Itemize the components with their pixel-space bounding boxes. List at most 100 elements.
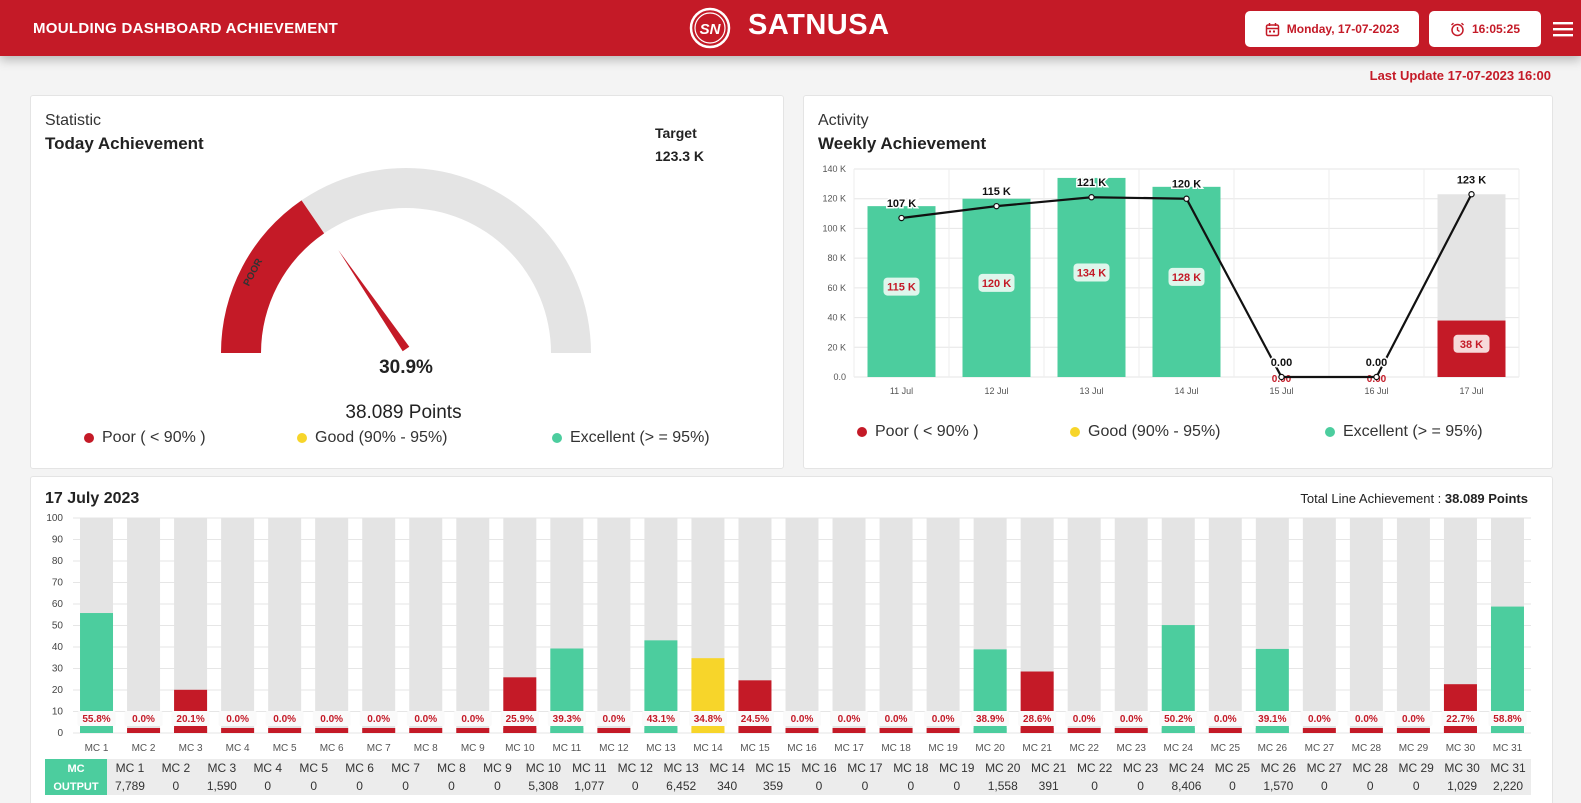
weekly-trend-point	[1278, 373, 1285, 381]
mc-y-tick: 10	[52, 707, 64, 718]
mc-bar-track	[832, 518, 866, 733]
output-column-header: MC 30	[1444, 761, 1480, 775]
output-cell: 391	[1039, 779, 1059, 793]
mc-bar-track	[409, 518, 443, 733]
weekly-trend-label: 0.00	[1366, 357, 1387, 369]
output-header-label: MC	[67, 763, 84, 775]
output-column-header: MC 16	[801, 761, 837, 775]
mc-bar-label: 0.0%	[1120, 714, 1143, 725]
output-cell: 0	[1321, 779, 1328, 793]
mc-y-tick: 20	[52, 685, 64, 696]
output-cell: 0	[310, 779, 317, 793]
mc-bar-label: 38.9%	[976, 714, 1004, 725]
mc-y-tick: 70	[52, 578, 64, 589]
output-cell: 0	[908, 779, 915, 793]
mc-x-tick: MC 7	[367, 743, 391, 754]
mc-bar-track	[315, 518, 349, 733]
mc-bar-base	[503, 728, 537, 733]
mc-bar-track	[1302, 518, 1336, 733]
output-cell: 0	[632, 779, 639, 793]
output-column-header: MC 10	[526, 761, 562, 775]
mc-x-tick: MC 16	[787, 743, 817, 754]
output-cell: 0	[862, 779, 869, 793]
weekly-y-tick: 140 K	[822, 164, 846, 174]
calendar-icon	[1265, 22, 1279, 36]
weekly-trend-point	[1088, 194, 1095, 201]
output-cell: 1,029	[1447, 779, 1477, 793]
weekly-y-tick: 20 K	[827, 342, 846, 352]
output-column-header: MC 13	[664, 761, 700, 775]
weekly-x-tick: 14 Jul	[1174, 386, 1198, 396]
output-cell: 5,308	[528, 779, 558, 793]
mc-bar-label: 34.8%	[694, 714, 722, 725]
mc-y-tick: 0	[57, 728, 63, 739]
time-label: 16:05:25	[1471, 22, 1521, 36]
mc-bar-label: 0.0%	[885, 714, 908, 725]
mc-bar-base	[691, 728, 725, 733]
mc-x-tick: MC 27	[1305, 743, 1335, 754]
mc-bar-base	[1443, 728, 1477, 733]
weekly-legend-excellent: Excellent (> = 95%)	[1325, 423, 1483, 441]
mc-bar-base	[456, 728, 490, 733]
mc-bar-label: 0.0%	[791, 714, 814, 725]
mc-x-tick: MC 5	[273, 743, 297, 754]
weekly-bar-label: 115 K	[887, 282, 916, 294]
mc-x-tick: MC 24	[1164, 743, 1194, 754]
mc-bar-track	[1208, 518, 1242, 733]
mc-bar-label: 25.9%	[506, 714, 534, 725]
mc-bar-base	[1067, 728, 1101, 733]
mc-y-tick: 50	[52, 621, 64, 632]
mc-bar-track	[268, 518, 302, 733]
output-column-header: MC 20	[985, 761, 1021, 775]
weekly-x-tick: 11 Jul	[890, 386, 913, 396]
mc-bar-track	[879, 518, 913, 733]
mc-bar-label: 58.8%	[1493, 714, 1521, 725]
output-column-header: MC 28	[1353, 761, 1389, 775]
weekly-bar-label: 38 K	[1460, 339, 1483, 351]
output-column-header: MC 6	[345, 761, 374, 775]
weekly-y-tick: 60 K	[827, 283, 846, 293]
output-column-header: MC 18	[893, 761, 929, 775]
weekly-trend-point	[993, 202, 1000, 210]
weekly-x-tick: 13 Jul	[1079, 386, 1103, 396]
mc-y-tick: 30	[52, 664, 64, 675]
mc-x-tick: MC 23	[1116, 743, 1146, 754]
output-column-header: MC 11	[572, 761, 607, 775]
last-update-text: Last Update 17-07-2023 16:00	[1369, 68, 1551, 83]
mc-x-tick: MC 1	[85, 743, 109, 754]
output-column-header: MC 9	[483, 761, 512, 775]
legend-good: Good (90% - 95%)	[297, 429, 448, 447]
output-column-header: MC 12	[618, 761, 654, 775]
output-column-header: MC 3	[208, 761, 237, 775]
output-cell: 6,452	[666, 779, 696, 793]
output-cell: 1,570	[1263, 779, 1293, 793]
output-cell: 359	[763, 779, 783, 793]
weekly-trend-label: 107 K	[887, 198, 916, 210]
output-row-label: OUTPUT	[53, 781, 99, 793]
time-button[interactable]: 16:05:25	[1429, 11, 1541, 47]
output-cell: 0	[494, 779, 501, 793]
weekly-x-tick: 15 Jul	[1269, 386, 1293, 396]
date-button[interactable]: Monday, 17-07-2023	[1245, 11, 1419, 47]
gauge-percent: 30.9%	[379, 357, 433, 378]
output-cell: 0	[173, 779, 180, 793]
mc-y-tick: 90	[52, 535, 64, 546]
legend-excellent-label: Excellent (> = 95%)	[1343, 423, 1483, 440]
good-dot-icon	[297, 433, 307, 443]
alarm-clock-icon	[1451, 22, 1464, 36]
output-cell: 0	[1137, 779, 1144, 793]
output-cell: 0	[1367, 779, 1374, 793]
output-column-header: MC 4	[253, 761, 282, 775]
mc-y-tick: 100	[46, 513, 63, 524]
app-header: MOULDING DASHBOARD ACHIEVEMENT SN SATNUS…	[0, 0, 1581, 56]
mc-bar-base	[1349, 728, 1383, 733]
weekly-x-tick: 17 Jul	[1459, 386, 1483, 396]
mc-bar-track	[926, 518, 960, 733]
mc-x-tick: MC 8	[414, 743, 438, 754]
weekly-trend-label: 115 K	[982, 186, 1011, 198]
hamburger-menu-icon[interactable]	[1553, 21, 1573, 37]
mc-bar-label: 0.0%	[1355, 714, 1378, 725]
mc-bar-base	[174, 728, 208, 733]
mc-bar-base	[832, 728, 866, 733]
mc-x-tick: MC 10	[505, 743, 535, 754]
